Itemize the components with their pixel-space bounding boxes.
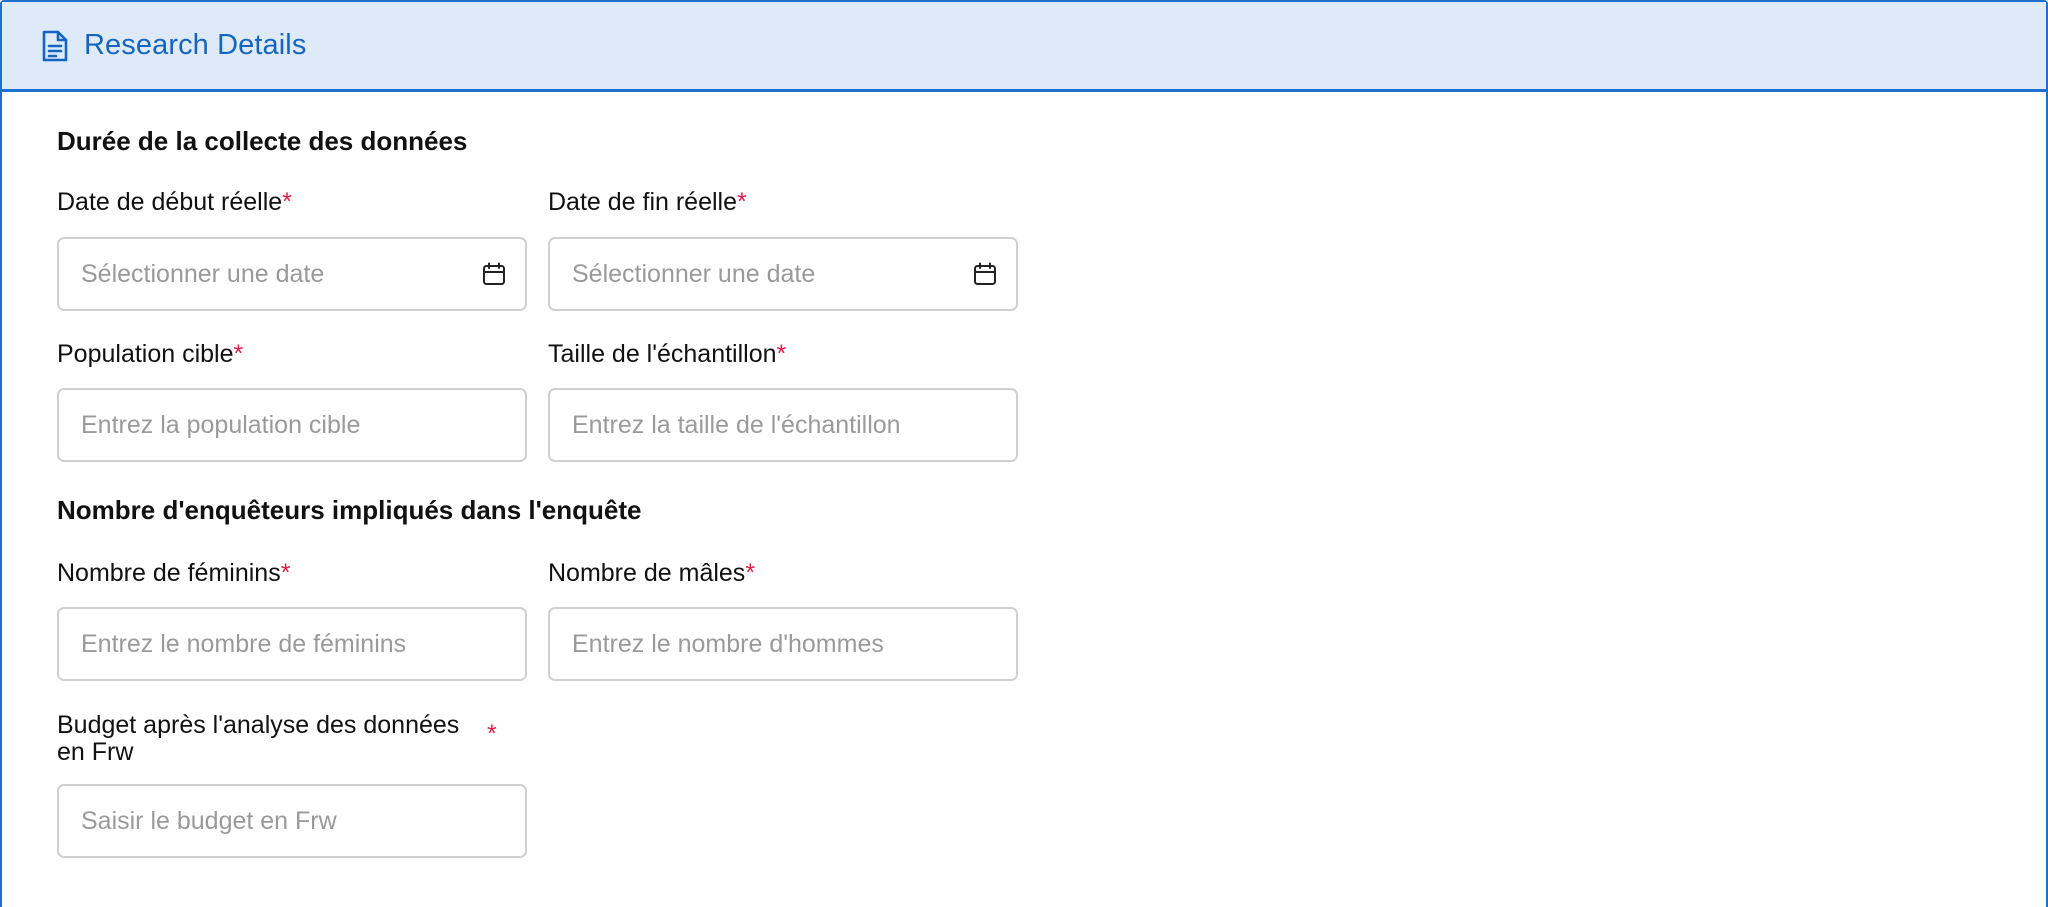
end-date-label-text: Date de fin réelle [548, 188, 738, 216]
research-details-card: Research Details Durée de la collecte de… [0, 0, 2048, 907]
budget-input[interactable] [81, 806, 507, 836]
required-marker: * [776, 340, 787, 368]
female-count-label: Nombre de féminins* [57, 559, 290, 587]
sample-size-label: Taille de l'échantillon* [548, 340, 786, 368]
sample-size-field[interactable] [548, 388, 1018, 462]
female-count-field[interactable] [57, 607, 527, 681]
required-marker: * [233, 340, 244, 368]
document-icon [40, 29, 72, 63]
start-date-input[interactable] [81, 259, 481, 289]
section-title-investigators: Nombre d'enquêteurs impliqués dans l'enq… [57, 495, 642, 525]
start-date-label: Date de début réelle* [57, 188, 292, 216]
target-population-field[interactable] [57, 388, 527, 462]
male-count-label-text: Nombre de mâles [548, 559, 746, 587]
female-count-label-text: Nombre de féminins [57, 559, 281, 587]
calendar-icon[interactable] [972, 261, 998, 287]
section-title-duration: Durée de la collecte des données [57, 126, 468, 156]
budget-label: Budget après l'analyse des données en Fr… [57, 711, 460, 766]
card-title: Research Details [84, 29, 307, 61]
male-count-input[interactable] [572, 629, 998, 659]
target-population-label: Population cible* [57, 340, 243, 368]
end-date-input[interactable] [572, 259, 972, 289]
card-header: Research Details [2, 2, 2046, 92]
required-marker: * [737, 188, 747, 216]
start-date-label-text: Date de début réelle [57, 188, 283, 216]
female-count-input[interactable] [81, 629, 507, 659]
target-population-input[interactable] [81, 410, 507, 440]
required-marker: * [280, 559, 291, 587]
sample-size-input[interactable] [572, 410, 998, 440]
budget-field[interactable] [57, 784, 527, 858]
calendar-icon[interactable] [481, 261, 507, 287]
male-count-field[interactable] [548, 607, 1018, 681]
male-count-label: Nombre de mâles* [548, 559, 755, 587]
sample-size-label-text: Taille de l'échantillon [548, 340, 777, 368]
end-date-label: Date de fin réelle* [548, 188, 747, 216]
end-date-field[interactable] [548, 237, 1018, 311]
start-date-field[interactable] [57, 237, 527, 311]
required-marker: * [745, 559, 756, 587]
target-population-label-text: Population cible [57, 340, 234, 368]
required-marker: * [282, 188, 292, 216]
required-marker: * [487, 720, 497, 748]
